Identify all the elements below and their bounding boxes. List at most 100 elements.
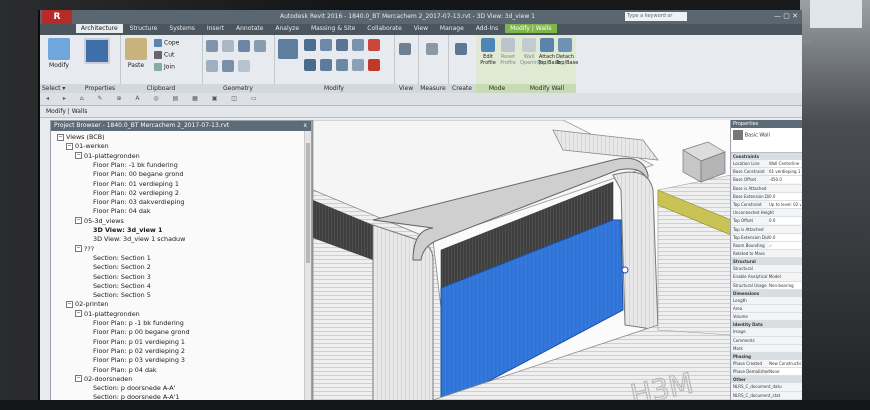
property-row[interactable]: Base is Attached xyxy=(731,185,802,193)
tab-structure[interactable]: Structure xyxy=(125,24,163,33)
property-value[interactable]: Up to level: 02 verd xyxy=(769,200,801,208)
property-value[interactable]: -450.0 xyxy=(769,176,801,184)
tree-view-item[interactable]: 3D View: 3d_view 1 schaduw xyxy=(93,235,185,243)
property-row[interactable]: Base Extension Distance 0.0 xyxy=(731,192,802,201)
property-row[interactable]: Top Offset 0.0 xyxy=(731,217,802,226)
delete-icon[interactable] xyxy=(368,59,380,71)
tree-view-item[interactable]: Floor Plan: 00 begane grond xyxy=(93,170,183,178)
geometry-tool-icon[interactable] xyxy=(238,40,250,52)
array-icon[interactable] xyxy=(352,59,364,71)
tree-view-item[interactable]: Section: Section 2 xyxy=(93,263,151,271)
collapse-icon[interactable]: − xyxy=(75,245,82,253)
collapse-icon[interactable]: − xyxy=(75,152,82,160)
property-row[interactable]: Unconnected Height xyxy=(731,209,802,218)
cope-button[interactable]: Cope xyxy=(154,39,179,47)
tree-view-item[interactable]: Section: Section 1 xyxy=(93,254,151,262)
tab-systems[interactable]: Systems xyxy=(164,24,200,33)
property-row[interactable]: Mark xyxy=(731,345,802,353)
tree-folder[interactable]: −01-werken xyxy=(66,142,109,150)
measure-icon[interactable] xyxy=(426,43,438,55)
property-value[interactable]: ✓ xyxy=(769,241,801,249)
property-value[interactable]: 0.0 xyxy=(769,233,801,241)
property-category[interactable]: Phasing xyxy=(731,352,802,360)
join-button[interactable]: Join xyxy=(154,63,175,71)
property-row[interactable]: Base Constraint 01 verdieping 1 xyxy=(731,168,802,177)
tree-folder[interactable]: −??? xyxy=(75,245,94,253)
cut-button[interactable]: Cut xyxy=(154,51,174,59)
property-row[interactable]: Area xyxy=(731,305,802,314)
property-value[interactable]: None xyxy=(769,368,801,376)
property-row[interactable]: Structural Usage Non-bearing xyxy=(731,281,802,290)
property-value[interactable]: 01 verdieping 1 xyxy=(769,168,801,176)
rounded-wall[interactable] xyxy=(372,224,434,410)
property-row[interactable]: Phase Created New Construction xyxy=(731,359,802,369)
property-category[interactable]: Dimensions xyxy=(731,289,802,297)
tab-architecture[interactable]: Architecture xyxy=(75,24,123,33)
property-category[interactable]: Structural xyxy=(731,258,802,266)
revit-app-button[interactable]: R xyxy=(42,10,72,24)
tab-collaborate[interactable]: Collaborate xyxy=(362,24,407,33)
property-row[interactable]: Comments xyxy=(731,337,802,345)
property-row[interactable]: Top Extension Distance 0.0 xyxy=(731,233,802,242)
tree-view-item[interactable]: Section: Section 5 xyxy=(93,291,151,299)
window-controls-icon[interactable]: — ▢ ✕ xyxy=(774,12,798,20)
tree-view-item[interactable]: Floor Plan: p 03 verdieping 3 xyxy=(93,356,185,364)
mirror-axis-icon[interactable] xyxy=(352,39,364,51)
type-selector[interactable]: Basic Wall xyxy=(731,128,802,153)
edit-profile-button[interactable]: Edit Profile xyxy=(478,38,498,76)
tree-view-item[interactable]: Floor Plan: p 02 verdieping 2 xyxy=(93,347,185,355)
property-value[interactable]: New Construction xyxy=(769,359,801,367)
property-row[interactable]: Related to Mass xyxy=(731,250,802,259)
property-row[interactable]: Image xyxy=(731,328,802,337)
rotate-icon[interactable] xyxy=(320,59,332,71)
properties-button[interactable] xyxy=(80,38,114,76)
tab-view[interactable]: View xyxy=(409,24,433,33)
paste-button[interactable]: Paste xyxy=(122,38,150,76)
tree-folder[interactable]: −01-plattegronden xyxy=(75,310,140,318)
copy-icon[interactable] xyxy=(304,59,316,71)
property-value[interactable]: 0.0 xyxy=(769,192,801,200)
geometry-tool-icon[interactable] xyxy=(222,40,234,52)
geometry-tool-icon[interactable] xyxy=(238,60,250,72)
collapse-icon[interactable]: − xyxy=(57,133,64,141)
modify-button[interactable]: Modify xyxy=(44,38,74,76)
property-row[interactable]: NLRS_C_document_datu xyxy=(731,383,802,392)
property-category[interactable]: Other xyxy=(731,376,802,384)
tab-analyze[interactable]: Analyze xyxy=(270,24,304,33)
detach-top-base-button[interactable]: Detach Top/Base xyxy=(556,38,578,76)
geometry-tool-icon[interactable] xyxy=(254,40,266,52)
geometry-tool-icon[interactable] xyxy=(222,60,234,72)
property-row[interactable]: Top is Attached xyxy=(731,226,802,234)
property-category[interactable]: Constraints xyxy=(731,153,802,160)
offset-icon[interactable] xyxy=(320,39,332,51)
tree-view-item[interactable]: Floor Plan: 02 verdieping 2 xyxy=(93,189,179,197)
tree-view-item[interactable]: Floor Plan: 03 dakverdieping xyxy=(93,198,184,206)
collapse-icon[interactable]: − xyxy=(75,217,82,225)
geometry-tool-icon[interactable] xyxy=(206,60,218,72)
property-row[interactable]: Enable Analytical Model xyxy=(731,273,802,282)
tab-add-ins[interactable]: Add-Ins xyxy=(471,24,503,33)
property-row[interactable]: Top Constraint Up to level: 02 verd xyxy=(731,200,802,210)
browser-scrollbar[interactable] xyxy=(304,131,311,410)
tree-view-item[interactable]: Section: Section 4 xyxy=(93,282,151,290)
mirror-icon[interactable] xyxy=(336,39,348,51)
scrollbar-thumb[interactable] xyxy=(306,143,310,263)
tab-manage[interactable]: Manage xyxy=(435,24,469,33)
tree-folder[interactable]: −01-plattegronden xyxy=(75,152,140,160)
property-row[interactable]: Volume xyxy=(731,313,802,322)
property-row[interactable]: Room Bounding ✓ xyxy=(731,241,802,251)
collapse-icon[interactable]: − xyxy=(66,142,73,150)
tree-folder[interactable]: −02-doorsneden xyxy=(75,375,132,383)
collapse-icon[interactable]: − xyxy=(75,310,82,318)
trim-icon[interactable] xyxy=(336,59,348,71)
3d-model-drawing[interactable]: H3M xyxy=(313,120,731,410)
tree-folder[interactable]: −02-printen xyxy=(66,300,108,308)
tree-view-item[interactable]: Floor Plan: -1 bk fundering xyxy=(93,161,178,169)
property-row[interactable]: NLRS_C_document_stat xyxy=(731,392,802,400)
move-icon[interactable] xyxy=(278,39,298,59)
tree-folder[interactable]: −05-3d_views xyxy=(75,217,124,225)
attach-top-base-button[interactable]: Attach Top/Base xyxy=(538,38,560,76)
tree-view-item[interactable]: Floor Plan: p 00 begane grond xyxy=(93,328,190,336)
3d-viewport[interactable]: H3M xyxy=(312,120,731,410)
wall-end-grip[interactable] xyxy=(621,266,629,274)
